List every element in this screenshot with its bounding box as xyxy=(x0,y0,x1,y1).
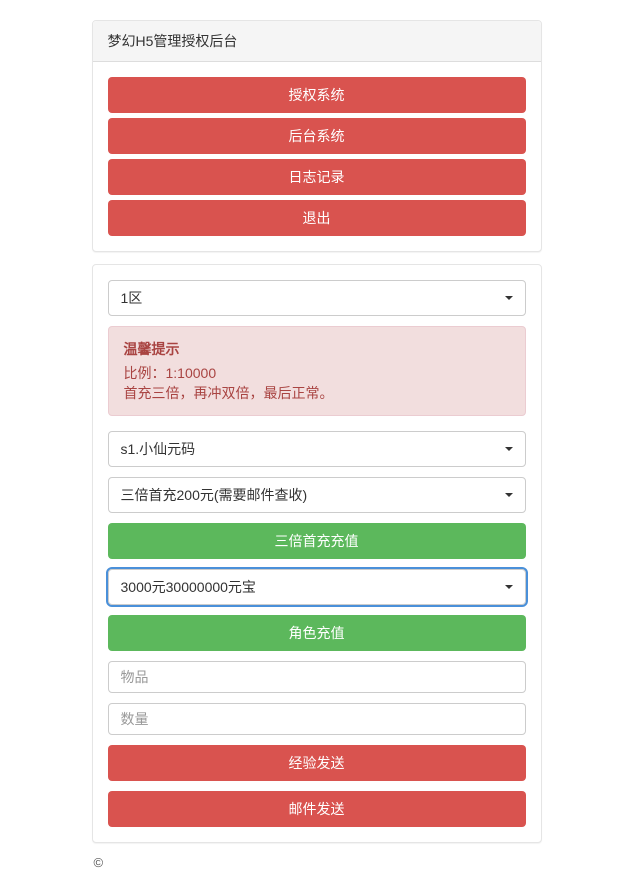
nav-logout-button[interactable]: 退出 xyxy=(108,200,526,236)
first-recharge-select-value: 三倍首充200元(需要邮件查收) xyxy=(121,487,308,503)
caret-down-icon xyxy=(505,447,513,451)
page-title: 梦幻H5管理授权后台 xyxy=(93,21,541,62)
caret-down-icon xyxy=(505,493,513,497)
quantity-input[interactable] xyxy=(108,703,526,735)
nav-log-record-button[interactable]: 日志记录 xyxy=(108,159,526,195)
amount-select[interactable]: 3000元30000000元宝 xyxy=(108,569,526,605)
zone-select[interactable]: 1区 xyxy=(108,280,526,316)
mail-send-button[interactable]: 邮件发送 xyxy=(108,791,526,827)
alert-box: 温馨提示 比例：1:10000 首充三倍，再冲双倍，最后正常。 xyxy=(108,326,526,416)
triple-recharge-button[interactable]: 三倍首充充值 xyxy=(108,523,526,559)
caret-down-icon xyxy=(505,585,513,589)
nav-backend-system-button[interactable]: 后台系统 xyxy=(108,118,526,154)
player-select[interactable]: s1.小仙元码 xyxy=(108,431,526,467)
zone-select-value: 1区 xyxy=(121,290,143,306)
alert-line-2: 首充三倍，再冲双倍，最后正常。 xyxy=(124,383,510,403)
footer-copyright: © xyxy=(92,855,542,870)
nav-panel: 梦幻H5管理授权后台 授权系统 后台系统 日志记录 退出 xyxy=(92,20,542,252)
alert-line-1: 比例：1:10000 xyxy=(124,363,510,383)
nav-auth-system-button[interactable]: 授权系统 xyxy=(108,77,526,113)
item-input[interactable] xyxy=(108,661,526,693)
first-recharge-select[interactable]: 三倍首充200元(需要邮件查收) xyxy=(108,477,526,513)
player-select-value: s1.小仙元码 xyxy=(121,441,196,457)
amount-select-value: 3000元30000000元宝 xyxy=(121,579,256,595)
exp-send-button[interactable]: 经验发送 xyxy=(108,745,526,781)
caret-down-icon xyxy=(505,296,513,300)
role-recharge-button[interactable]: 角色充值 xyxy=(108,615,526,651)
main-panel: 1区 温馨提示 比例：1:10000 首充三倍，再冲双倍，最后正常。 s1.小仙… xyxy=(92,264,542,843)
alert-title: 温馨提示 xyxy=(124,339,510,359)
